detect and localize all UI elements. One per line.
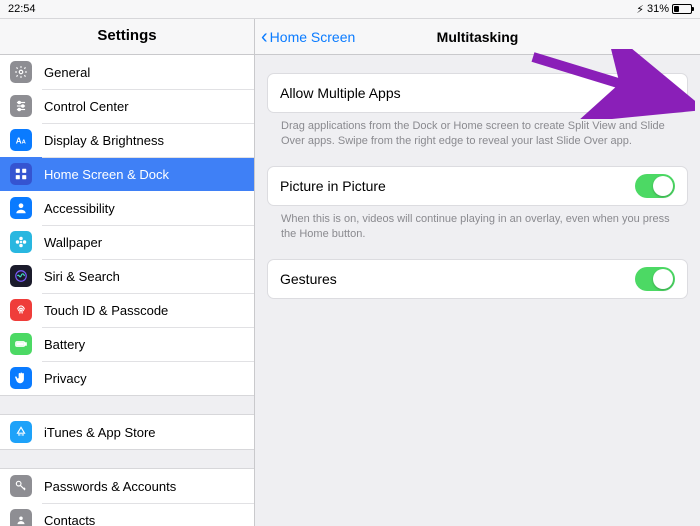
settings-sidebar[interactable]: Settings General Control Center AA Display … bbox=[0, 19, 255, 526]
setting-hint: When this is on, videos will continue pl… bbox=[267, 206, 688, 259]
sidebar-item-label: Privacy bbox=[44, 371, 87, 386]
back-label: Home Screen bbox=[270, 29, 356, 45]
sidebar-item-display-brightness[interactable]: AA Display & Brightness bbox=[0, 123, 254, 157]
setting-label: Gestures bbox=[280, 271, 337, 287]
sidebar-item-touch-id-passcode[interactable]: Touch ID & Passcode bbox=[0, 293, 254, 327]
sidebar-item-home-screen-dock[interactable]: Home Screen & Dock bbox=[0, 157, 254, 191]
sidebar-group: General Control Center AA Display & Brightn… bbox=[0, 55, 254, 396]
flower-icon bbox=[10, 231, 32, 253]
sidebar-item-privacy[interactable]: Privacy bbox=[0, 361, 254, 395]
sidebar-item-label: Accessibility bbox=[44, 201, 115, 216]
sidebar-item-control-center[interactable]: Control Center bbox=[0, 89, 254, 123]
gear-icon bbox=[10, 61, 32, 83]
fingerprint-icon bbox=[10, 299, 32, 321]
key-icon bbox=[10, 475, 32, 497]
back-button[interactable]: ‹ Home Screen bbox=[255, 27, 361, 47]
setting-row-allow-multiple-apps: Allow Multiple Apps bbox=[267, 73, 688, 113]
hand-icon bbox=[10, 367, 32, 389]
setting-label: Picture in Picture bbox=[280, 178, 386, 194]
sidebar-item-label: Siri & Search bbox=[44, 269, 120, 284]
sidebar-item-accessibility[interactable]: Accessibility bbox=[0, 191, 254, 225]
contact-icon bbox=[10, 509, 32, 526]
sidebar-item-passwords-accounts[interactable]: Passwords & Accounts bbox=[0, 469, 254, 503]
chevron-left-icon: ‹ bbox=[261, 27, 268, 47]
toggle-switch[interactable] bbox=[635, 81, 675, 105]
sidebar-item-siri-search[interactable]: Siri & Search bbox=[0, 259, 254, 293]
svg-text:A: A bbox=[16, 137, 22, 146]
battery-icon bbox=[672, 4, 692, 14]
setting-row-picture-in-picture: Picture in Picture bbox=[267, 166, 688, 206]
sidebar-item-label: Passwords & Accounts bbox=[44, 479, 176, 494]
appstore-icon bbox=[10, 421, 32, 443]
status-right: ⚡︎ 31% bbox=[636, 3, 692, 16]
status-time: 22:54 bbox=[8, 3, 36, 15]
sidebar-item-label: Battery bbox=[44, 337, 85, 352]
aa-icon: AA bbox=[10, 129, 32, 151]
grid-icon bbox=[10, 163, 32, 185]
detail-header: ‹ Home Screen Multitasking bbox=[255, 19, 700, 55]
sidebar-item-contacts[interactable]: Contacts bbox=[0, 503, 254, 526]
sidebar-title: Settings bbox=[0, 19, 254, 55]
charging-icon: ⚡︎ bbox=[636, 3, 644, 16]
sidebar-item-itunes-app-store[interactable]: iTunes & App Store bbox=[0, 415, 254, 449]
setting-row-gestures: Gestures bbox=[267, 259, 688, 299]
battery-percent: 31% bbox=[647, 3, 669, 15]
detail-pane: ‹ Home Screen Multitasking Allow Multipl… bbox=[255, 19, 700, 526]
sidebar-item-label: Wallpaper bbox=[44, 235, 102, 250]
sidebar-item-label: Contacts bbox=[44, 513, 95, 526]
sidebar-item-label: Touch ID & Passcode bbox=[44, 303, 168, 318]
sidebar-item-wallpaper[interactable]: Wallpaper bbox=[0, 225, 254, 259]
sidebar-item-label: Display & Brightness bbox=[44, 133, 164, 148]
battery-icon bbox=[10, 333, 32, 355]
sliders-icon bbox=[10, 95, 32, 117]
sidebar-item-label: iTunes & App Store bbox=[44, 425, 156, 440]
sidebar-item-battery[interactable]: Battery bbox=[0, 327, 254, 361]
sidebar-item-label: General bbox=[44, 65, 90, 80]
person-icon bbox=[10, 197, 32, 219]
sidebar-group: iTunes & App Store bbox=[0, 414, 254, 450]
toggle-switch[interactable] bbox=[635, 267, 675, 291]
sidebar-item-label: Home Screen & Dock bbox=[44, 167, 169, 182]
setting-hint: Drag applications from the Dock or Home … bbox=[267, 113, 688, 166]
status-bar: 22:54 ⚡︎ 31% bbox=[0, 0, 700, 18]
toggle-switch[interactable] bbox=[635, 174, 675, 198]
sidebar-item-general[interactable]: General bbox=[0, 55, 254, 89]
sidebar-group: Passwords & AccountsContacts1Calendar bbox=[0, 468, 254, 526]
sidebar-item-label: Control Center bbox=[44, 99, 129, 114]
svg-text:A: A bbox=[22, 140, 27, 146]
setting-label: Allow Multiple Apps bbox=[280, 85, 401, 101]
siri-icon bbox=[10, 265, 32, 287]
